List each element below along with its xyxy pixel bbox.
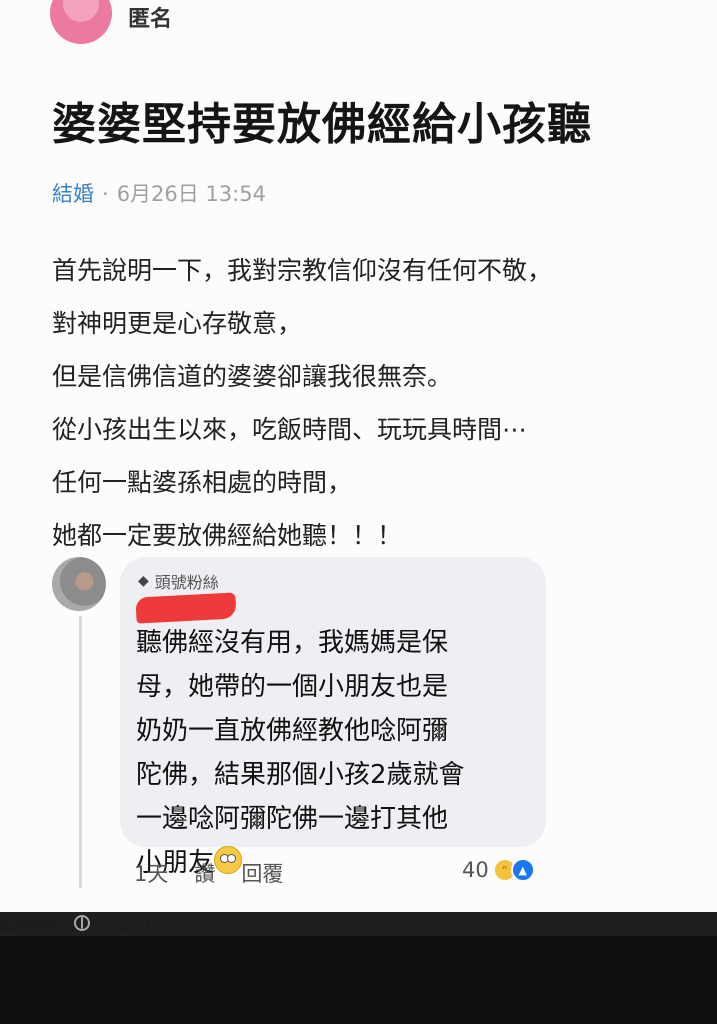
redacted-name: [135, 592, 237, 624]
globe-icon: [73, 915, 90, 931]
post-title: 婆婆堅持要放佛經給小孩聽: [52, 99, 592, 150]
reaction-summary[interactable]: 40 ᵔ ▲: [462, 858, 535, 882]
comment-text: 聽佛經沒有用，我媽媽是保 母，她帶的一個小朋友也是 奶奶一直放佛經教他唸阿彌 陀…: [136, 621, 536, 885]
comment-line: 母，她帶的一個小朋友也是: [136, 672, 449, 702]
content-line: 首先說明一下，我對宗教信仰沒有任何不敬，: [52, 256, 553, 285]
content-line: 她都一定要放佛經給她聽！！！: [52, 521, 403, 550]
content-line: 任何一點婆孫相處的時間，: [52, 468, 353, 497]
like-reaction-icon: ▲: [510, 858, 535, 882]
like-button[interactable]: 讚: [194, 858, 215, 888]
post-time: 17小時 ·: [0, 912, 90, 936]
commenter-avatar[interactable]: [52, 557, 106, 611]
post-author: 匿名: [50, 0, 173, 44]
comment-line: 聽佛經沒有用，我媽媽是保: [136, 628, 449, 658]
post-date: 6月26日 13:54: [116, 182, 266, 206]
post-screenshot: 匿名 婆婆堅持要放佛經給小孩聽 結婚 · 6月26日 13:54 首先說明一下，我對…: [0, 0, 717, 912]
top-fan-badge: ◆ 頭號粉絲: [138, 569, 219, 593]
reply-button[interactable]: 回覆: [241, 858, 283, 888]
content-line: 從小孩出生以來，吃飯時間、玩玩具時間⋯: [52, 415, 528, 444]
thread-line: [79, 616, 82, 888]
author-name: 匿名: [128, 7, 173, 32]
post-time-text: 17小時 ·: [0, 916, 63, 935]
comment-actions: 1天 讚 回覆: [134, 858, 283, 888]
post-content: 首先說明一下，我對宗教信仰沒有任何不敬， 對神明更是心存敬意， 但是信佛信道的婆…: [52, 244, 672, 562]
comment-line: 奶奶一直放佛經教他唸阿彌: [136, 716, 449, 746]
reaction-count: 40: [462, 858, 489, 882]
comment-bubble: ◆ 頭號粉絲 聽佛經沒有用，我媽媽是保 母，她帶的一個小朋友也是 奶奶一直放佛經…: [120, 557, 546, 878]
content-line: 但是信佛信道的婆婆卻讓我很無奈。: [52, 362, 453, 391]
comment-line: 一邊唸阿彌陀佛一邊打其他: [136, 804, 449, 834]
diamond-icon: ◆: [138, 573, 149, 589]
author-avatar: [50, 0, 112, 44]
board-link[interactable]: 結婚: [52, 182, 94, 206]
comment-age: 1天: [134, 862, 169, 886]
content-line: 對神明更是心存敬意，: [52, 309, 303, 338]
badge-label: 頭號粉絲: [154, 573, 219, 592]
post-meta: 結婚 · 6月26日 13:54: [52, 178, 266, 208]
meta-separator: ·: [102, 182, 109, 206]
comment-line: 陀佛，結果那個小孩2歲就會: [136, 760, 465, 790]
